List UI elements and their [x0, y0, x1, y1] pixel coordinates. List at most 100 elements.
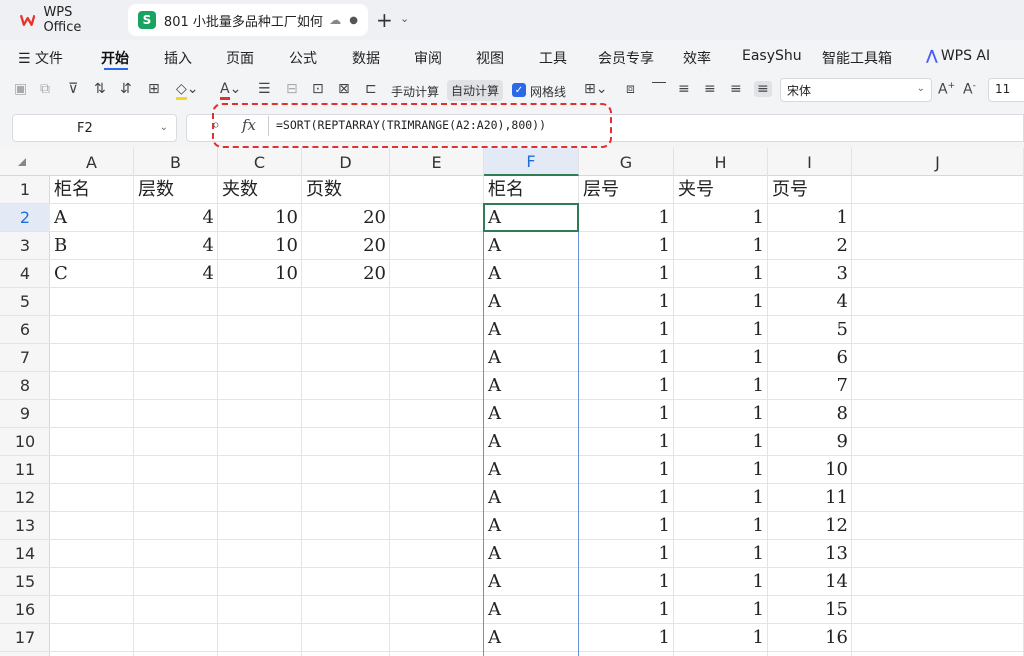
fill-color-icon[interactable]: ◇⌄	[176, 81, 199, 100]
cell-c1[interactable]: 夹数	[218, 176, 302, 204]
cell-i16[interactable]: 15	[768, 596, 852, 624]
cell-g9[interactable]: 1	[579, 400, 674, 428]
cell-h3[interactable]: 1	[674, 232, 768, 260]
cell-a3[interactable]: B	[50, 232, 134, 260]
column-header-d[interactable]: D	[302, 148, 390, 176]
cell-g12[interactable]: 1	[579, 484, 674, 512]
cell-h9[interactable]: 1	[674, 400, 768, 428]
cell-h13[interactable]: 1	[674, 512, 768, 540]
row-header-2[interactable]: 2	[0, 204, 50, 232]
cell-i10[interactable]: 9	[768, 428, 852, 456]
cell-i7[interactable]: 6	[768, 344, 852, 372]
cell-b3[interactable]: 4	[134, 232, 218, 260]
cell-b4[interactable]: 4	[134, 260, 218, 288]
cell-g1[interactable]: 层号	[579, 176, 674, 204]
font-name-select[interactable]: 宋体 ⌄	[780, 78, 932, 102]
filter-icon[interactable]: ⊽	[68, 81, 78, 97]
row-header-14[interactable]: 14	[0, 540, 50, 568]
cell-h4[interactable]: 1	[674, 260, 768, 288]
cell-c4[interactable]: 10	[218, 260, 302, 288]
row-header-5[interactable]: 5	[0, 288, 50, 316]
insert-row-icon[interactable]: ⊡	[312, 81, 324, 97]
cell-i14[interactable]: 13	[768, 540, 852, 568]
recalc-icon[interactable]: ⊏	[365, 81, 377, 97]
cell-i11[interactable]: 10	[768, 456, 852, 484]
cell-g4[interactable]: 1	[579, 260, 674, 288]
column-header-i[interactable]: I	[768, 148, 852, 176]
column-header-g[interactable]: G	[579, 148, 674, 176]
cell-h15[interactable]: 1	[674, 568, 768, 596]
row-header-8[interactable]: 8	[0, 372, 50, 400]
align-center-icon[interactable]: ≡	[704, 81, 716, 97]
row-header-13[interactable]: 13	[0, 512, 50, 540]
tab-wps-home[interactable]: WPS Office	[10, 4, 122, 36]
cell-c3[interactable]: 10	[218, 232, 302, 260]
cell-i13[interactable]: 12	[768, 512, 852, 540]
cell-h17[interactable]: 1	[674, 624, 768, 652]
cell-g3[interactable]: 1	[579, 232, 674, 260]
decrease-font-icon[interactable]: A-	[963, 81, 976, 98]
cell-h12[interactable]: 1	[674, 484, 768, 512]
cell-h10[interactable]: 1	[674, 428, 768, 456]
cell-grid[interactable]: 柜名 A B C 层数 4 4 4 夹数 10 10 10 页数 20 20 20 柜名 A A A A A A A A A A A A…	[50, 176, 1024, 656]
row-header-6[interactable]: 6	[0, 316, 50, 344]
cell-h7[interactable]: 1	[674, 344, 768, 372]
cell-i3[interactable]: 2	[768, 232, 852, 260]
cell-d3[interactable]: 20	[302, 232, 390, 260]
freeze-panes-icon[interactable]: ⊠	[338, 81, 350, 97]
cell-g6[interactable]: 1	[579, 316, 674, 344]
cell-g2[interactable]: 1	[579, 204, 674, 232]
font-size-input[interactable]: 11	[988, 78, 1024, 102]
cell-c2[interactable]: 10	[218, 204, 302, 232]
paste-icon[interactable]: ▣	[14, 81, 27, 97]
row-header-9[interactable]: 9	[0, 400, 50, 428]
cell-g16[interactable]: 1	[579, 596, 674, 624]
cell-h1[interactable]: 夹号	[674, 176, 768, 204]
menu-review[interactable]: 审阅	[414, 48, 442, 68]
cell-g15[interactable]: 1	[579, 568, 674, 596]
font-color-icon[interactable]: A⌄	[220, 81, 241, 100]
format-painter-icon[interactable]: ⧉	[40, 81, 50, 97]
menu-member[interactable]: 会员专享	[598, 48, 654, 68]
menu-smart-toolbox[interactable]: 智能工具箱	[822, 48, 892, 68]
cell-a2[interactable]: A	[50, 204, 134, 232]
align-right-icon[interactable]: ≡	[730, 81, 742, 97]
cell-h6[interactable]: 1	[674, 316, 768, 344]
cell-g5[interactable]: 1	[579, 288, 674, 316]
cell-a4[interactable]: C	[50, 260, 134, 288]
row-header-10[interactable]: 10	[0, 428, 50, 456]
row-header-11[interactable]: 11	[0, 456, 50, 484]
align-top-icon[interactable]: ⎺	[652, 81, 666, 97]
menu-wps-ai[interactable]: ⋀ WPS AI	[926, 48, 990, 64]
cell-i12[interactable]: 11	[768, 484, 852, 512]
cell-h5[interactable]: 1	[674, 288, 768, 316]
menu-data[interactable]: 数据	[352, 48, 380, 68]
cell-h2[interactable]: 1	[674, 204, 768, 232]
column-header-j[interactable]: J	[852, 148, 1024, 176]
row-header-3[interactable]: 3	[0, 232, 50, 260]
row-header-17[interactable]: 17	[0, 624, 50, 652]
cell-i15[interactable]: 14	[768, 568, 852, 596]
cell-i17[interactable]: 16	[768, 624, 852, 652]
cell-i8[interactable]: 7	[768, 372, 852, 400]
manual-calc-button[interactable]: 手动计算	[391, 83, 439, 100]
row-header-16[interactable]: 16	[0, 596, 50, 624]
row-header-1[interactable]: 1	[0, 176, 50, 204]
sort-ascending-icon[interactable]: ⇅	[94, 81, 106, 97]
menu-efficiency[interactable]: 效率	[683, 48, 711, 68]
auto-calc-button[interactable]: 自动计算	[447, 80, 504, 101]
cell-g13[interactable]: 1	[579, 512, 674, 540]
cell-a1[interactable]: 柜名	[50, 176, 134, 204]
cell-d4[interactable]: 20	[302, 260, 390, 288]
row-header-4[interactable]: 4	[0, 260, 50, 288]
spreadsheet-grid[interactable]: ABCDEFGHIJ 1 2 3 4 5 6 7 8 9 10 11 12 13 14 15 16 17 柜名 A…	[0, 148, 1024, 656]
cell-i5[interactable]: 4	[768, 288, 852, 316]
distributed-align-icon[interactable]: ≡	[754, 81, 772, 97]
row-header-12[interactable]: 12	[0, 484, 50, 512]
cell-d1[interactable]: 页数	[302, 176, 390, 204]
cell-g7[interactable]: 1	[579, 344, 674, 372]
merge-cells-icon[interactable]: ⊟	[286, 81, 298, 97]
menu-home[interactable]: 开始	[101, 48, 129, 68]
cell-style-icon[interactable]: ⧈	[626, 81, 635, 97]
table-style-icon[interactable]: ⊞⌄	[584, 81, 607, 97]
